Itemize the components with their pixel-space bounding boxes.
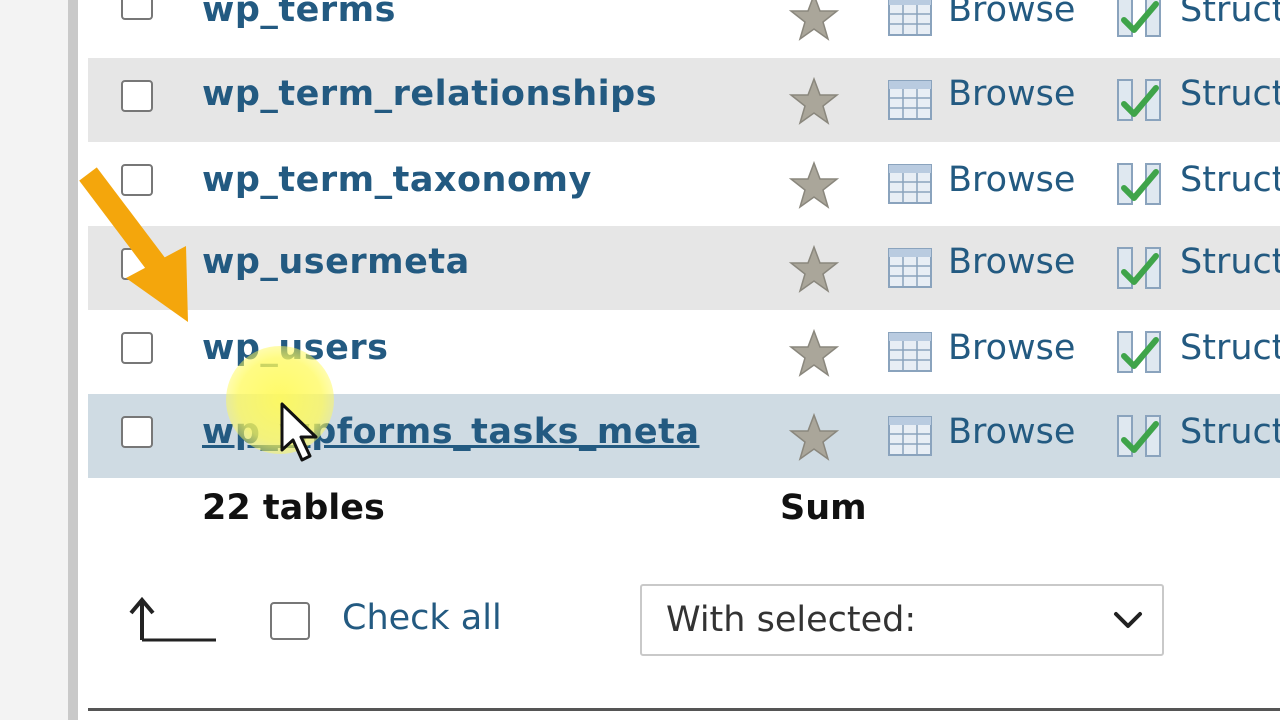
sum-label: Sum — [780, 488, 867, 528]
row-checkbox[interactable] — [121, 0, 153, 20]
browse-link[interactable]: Browse — [948, 412, 1075, 452]
table-count: 22 tables — [202, 488, 385, 528]
left-gutter — [0, 0, 68, 720]
row-checkbox[interactable] — [121, 80, 153, 112]
structure-link[interactable]: Struct — [1180, 0, 1280, 30]
browse-table-icon[interactable] — [888, 248, 932, 288]
divider — [88, 708, 1280, 711]
with-selected-value: With selected: — [666, 600, 917, 640]
structure-icon[interactable] — [1116, 78, 1166, 122]
browse-link[interactable]: Browse — [948, 160, 1075, 200]
row-checkbox[interactable] — [121, 248, 153, 280]
structure-link[interactable]: Struct — [1180, 160, 1280, 200]
star-icon[interactable] — [788, 160, 840, 212]
table-row: wp_term_taxonomy Browse Struct — [88, 142, 1280, 226]
with-selected-dropdown[interactable]: With selected: — [640, 584, 1164, 656]
left-divider[interactable] — [68, 0, 78, 720]
structure-link[interactable]: Struct — [1180, 328, 1280, 368]
table-name-link[interactable]: wp_wpforms_tasks_meta — [202, 412, 699, 452]
structure-icon[interactable] — [1116, 0, 1166, 38]
table-row: wp_term_relationships Browse Struct — [88, 58, 1280, 142]
structure-icon[interactable] — [1116, 162, 1166, 206]
table-row: wp_terms Browse Struct — [88, 0, 1280, 58]
check-all-label[interactable]: Check all — [342, 598, 502, 638]
table-name-link[interactable]: wp_users — [202, 328, 388, 368]
structure-icon[interactable] — [1116, 330, 1166, 374]
chevron-down-icon — [1114, 612, 1142, 628]
row-checkbox[interactable] — [121, 164, 153, 196]
browse-table-icon[interactable] — [888, 164, 932, 204]
structure-icon[interactable] — [1116, 246, 1166, 290]
browse-table-icon[interactable] — [888, 0, 932, 36]
check-all-checkbox[interactable] — [270, 602, 310, 640]
table-row: wp_users Browse Struct — [88, 310, 1280, 394]
table-name-link[interactable]: wp_term_taxonomy — [202, 160, 592, 200]
table-name-link[interactable]: wp_term_relationships — [202, 74, 657, 114]
row-checkbox[interactable] — [121, 416, 153, 448]
star-icon[interactable] — [788, 0, 840, 44]
table-row: wp_usermeta Browse Struct — [88, 226, 1280, 310]
table-name-link[interactable]: wp_usermeta — [202, 242, 470, 282]
browse-table-icon[interactable] — [888, 416, 932, 456]
structure-link[interactable]: Struct — [1180, 74, 1280, 114]
browse-link[interactable]: Browse — [948, 74, 1075, 114]
browse-link[interactable]: Browse — [948, 242, 1075, 282]
star-icon[interactable] — [788, 412, 840, 464]
row-checkbox[interactable] — [121, 332, 153, 364]
star-icon[interactable] — [788, 76, 840, 128]
browse-link[interactable]: Browse — [948, 0, 1075, 30]
browse-table-icon[interactable] — [888, 80, 932, 120]
star-icon[interactable] — [788, 244, 840, 296]
browse-table-icon[interactable] — [888, 332, 932, 372]
table-name-link[interactable]: wp_terms — [202, 0, 396, 30]
table-row-hovered: wp_wpforms_tasks_meta Browse Struct — [88, 394, 1280, 478]
structure-icon[interactable] — [1116, 414, 1166, 458]
structure-link[interactable]: Struct — [1180, 412, 1280, 452]
structure-link[interactable]: Struct — [1180, 242, 1280, 282]
browse-link[interactable]: Browse — [948, 328, 1075, 368]
star-icon[interactable] — [788, 328, 840, 380]
arrow-up-left-icon — [129, 596, 216, 642]
